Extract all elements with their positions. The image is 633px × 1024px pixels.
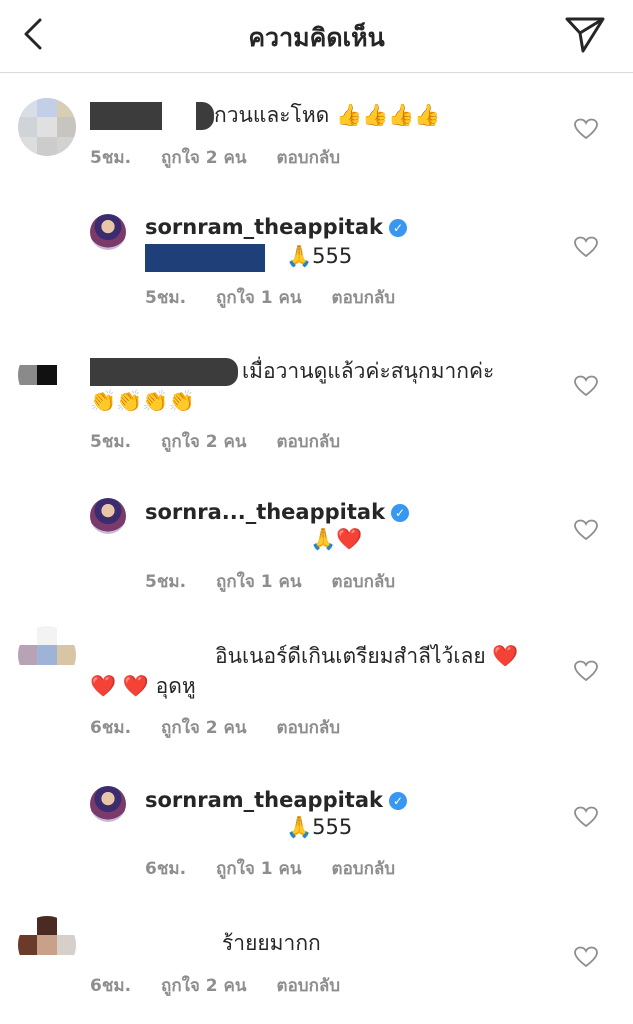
reply-button[interactable]: ตอบกลับ: [277, 976, 341, 996]
redacted-text: [145, 244, 265, 272]
comment-time: 5ชม.: [145, 288, 187, 308]
chevron-left-icon[interactable]: [18, 16, 48, 52]
comment-time: 6ชม.: [145, 859, 187, 879]
heart-icon[interactable]: [574, 519, 598, 541]
redacted-username: [90, 358, 238, 386]
username[interactable]: sornra..._theappitak: [145, 500, 385, 524]
likes-count-link[interactable]: ถูกใจ 2 คน: [161, 976, 247, 996]
likes-count-link[interactable]: ถูกใจ 1 คน: [216, 572, 302, 592]
comment-meta: 6ชม. ถูกใจ 1 คน ตอบกลับ: [145, 855, 425, 882]
comment-meta: 5ชม. ถูกใจ 1 คน ตอบกลับ: [145, 568, 425, 595]
comment-text: 🙏❤️: [310, 527, 363, 551]
likes-count-link[interactable]: ถูกใจ 2 คน: [161, 718, 247, 738]
username[interactable]: sornram_theappitak: [145, 215, 383, 239]
verified-badge-icon: ✓: [391, 504, 410, 522]
comment-meta: 6ชม. ถูกใจ 2 คน ตอบกลับ: [90, 972, 370, 999]
verified-badge-icon: ✓: [388, 219, 407, 237]
username[interactable]: sornram_theappitak: [145, 788, 383, 812]
avatar[interactable]: [18, 98, 76, 156]
avatar[interactable]: [18, 346, 76, 404]
heart-icon[interactable]: [574, 946, 598, 968]
comment-text: 🙏555: [286, 244, 353, 268]
send-icon[interactable]: [563, 14, 607, 54]
comment-text-line2: 👏👏👏👏: [90, 389, 195, 413]
top-bar: ความคิดเห็น: [0, 0, 633, 73]
avatar[interactable]: [90, 498, 126, 534]
comment-meta: 5ชม. ถูกใจ 2 คน ตอบกลับ: [90, 144, 370, 171]
comment-time: 5ชม.: [145, 572, 187, 592]
verified-badge-icon: ✓: [388, 792, 407, 810]
heart-icon[interactable]: [574, 118, 598, 140]
avatar[interactable]: [18, 626, 76, 684]
comment-time: 6ชม.: [90, 976, 132, 996]
comment-text: กวนและโหด 👍👍👍👍: [214, 103, 441, 127]
avatar[interactable]: [90, 786, 126, 822]
page-title: ความคิดเห็น: [248, 23, 385, 52]
comment-text-line2: ❤️ ❤️ อุดหู: [90, 674, 196, 698]
likes-count-link[interactable]: ถูกใจ 1 คน: [216, 859, 302, 879]
heart-icon[interactable]: [574, 375, 598, 397]
comment-text: เมื่อวานดูแล้วค่ะสนุกมากค่ะ: [242, 359, 495, 383]
comment-meta: 5ชม. ถูกใจ 1 คน ตอบกลับ: [145, 284, 425, 311]
likes-count-link[interactable]: ถูกใจ 2 คน: [161, 148, 247, 168]
likes-count-link[interactable]: ถูกใจ 2 คน: [161, 432, 247, 452]
comment-time: 6ชม.: [90, 718, 132, 738]
comment-text: ร้ายยมากก: [222, 931, 321, 955]
reply-button[interactable]: ตอบกลับ: [277, 432, 341, 452]
comment-time: 5ชม.: [90, 148, 132, 168]
comment-time: 5ชม.: [90, 432, 132, 452]
heart-icon[interactable]: [574, 660, 598, 682]
comment-text: อินเนอร์ดีเกินเตรียมสำลีไว้เลย ❤️: [215, 644, 519, 668]
redacted-username: [90, 102, 162, 130]
comment-text: 🙏555: [286, 815, 353, 839]
redacted-text: [196, 102, 214, 130]
reply-button[interactable]: ตอบกลับ: [332, 572, 396, 592]
heart-icon[interactable]: [574, 806, 598, 828]
reply-button[interactable]: ตอบกลับ: [277, 718, 341, 738]
avatar[interactable]: [90, 214, 126, 250]
reply-button[interactable]: ตอบกลับ: [277, 148, 341, 168]
comment-meta: 6ชม. ถูกใจ 2 คน ตอบกลับ: [90, 714, 370, 741]
avatar[interactable]: [18, 916, 76, 974]
reply-button[interactable]: ตอบกลับ: [332, 288, 396, 308]
reply-button[interactable]: ตอบกลับ: [332, 859, 396, 879]
likes-count-link[interactable]: ถูกใจ 1 คน: [216, 288, 302, 308]
comment-meta: 5ชม. ถูกใจ 2 คน ตอบกลับ: [90, 428, 370, 455]
heart-icon[interactable]: [574, 236, 598, 258]
